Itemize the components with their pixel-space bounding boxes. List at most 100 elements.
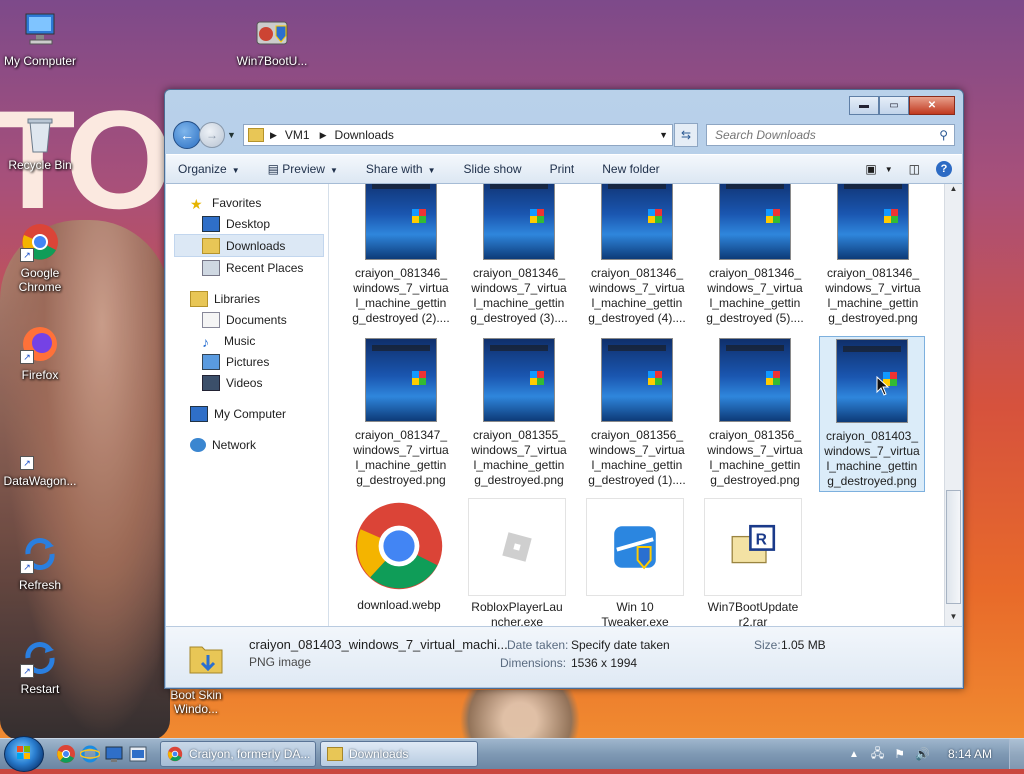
desktop-icon-refresh[interactable]: ↗ Refresh <box>0 534 80 592</box>
organize-button[interactable]: Organize ▼ <box>178 162 240 176</box>
breadcrumb-downloads[interactable]: Downloads <box>335 128 394 142</box>
scrollbar-thumb[interactable] <box>946 490 961 604</box>
desktop-icon-recycle-bin[interactable]: Recycle Bin <box>0 114 80 172</box>
file-name: download.webp <box>357 598 441 612</box>
share-with-button[interactable]: Share with ▼ <box>366 162 436 176</box>
breadcrumb-separator-icon[interactable]: ▶ <box>270 130 277 141</box>
nav-my-computer[interactable]: My Computer <box>166 403 328 424</box>
file-item[interactable]: craiyon_081356_ windows_7_virtua l_machi… <box>585 338 689 488</box>
back-button[interactable]: ← <box>173 121 201 149</box>
file-name: Win 10 Tweaker.exe <box>601 600 669 626</box>
file-item[interactable]: download.webp <box>347 498 451 613</box>
nav-libraries[interactable]: Libraries <box>166 288 328 309</box>
desktop-app-icon[interactable] <box>104 744 124 764</box>
navigation-bar: ← → ▼ ▶ VM1 ▶ Downloads ▼ ⇆ ⚲ <box>173 121 955 149</box>
recent-pages-dropdown[interactable]: ▼ <box>227 130 239 140</box>
nav-label: Music <box>224 333 256 348</box>
nav-desktop[interactable]: Desktop <box>166 213 328 234</box>
breadcrumb-vm1[interactable]: VM1 <box>285 128 310 142</box>
chrome-pin-icon[interactable] <box>56 744 76 764</box>
refresh-button[interactable]: ⇆ <box>674 123 698 147</box>
internet-explorer-icon[interactable] <box>79 744 101 764</box>
taskbar-button-craiyon[interactable]: Craiyon, formerly DA... <box>160 741 316 767</box>
share-with-label: Share with <box>365 162 423 176</box>
desktop-icon-label: Firefox <box>21 368 59 382</box>
preview-label: Preview <box>282 162 325 176</box>
file-item[interactable]: craiyon_081356_ windows_7_virtua l_machi… <box>703 338 807 488</box>
show-hidden-icons-icon[interactable]: ▲ <box>849 749 859 760</box>
file-item[interactable]: craiyon_081346_ windows_7_virtua l_machi… <box>349 184 453 326</box>
chrome-icon <box>167 746 183 762</box>
file-item[interactable]: RobloxPlayerLau ncher.exe <box>465 498 569 626</box>
scroll-down-icon[interactable]: ▼ <box>945 612 962 626</box>
taskbar-button-downloads[interactable]: Downloads <box>320 741 478 767</box>
minimize-button[interactable]: ▬ <box>849 96 879 115</box>
date-taken-value[interactable]: Specify date taken <box>571 638 670 652</box>
volume-icon[interactable]: 🔊 <box>915 747 930 761</box>
nav-pictures[interactable]: Pictures <box>166 351 328 372</box>
breadcrumb-separator-icon[interactable]: ▶ <box>320 130 327 141</box>
nav-videos[interactable]: Videos <box>166 372 328 393</box>
nav-music[interactable]: ♪ Music <box>166 330 328 351</box>
nav-downloads[interactable]: Downloads <box>174 234 324 257</box>
close-button[interactable]: ✕ <box>909 96 955 115</box>
explorer-window: ▬ ▭ ✕ ← → ▼ ▶ VM1 ▶ Downloads ▼ ⇆ ⚲ Orga… <box>164 89 964 689</box>
help-icon[interactable]: ? <box>936 161 952 177</box>
scroll-up-icon[interactable]: ▲ <box>945 184 962 198</box>
file-name: craiyon_081356_ windows_7_virtua l_machi… <box>707 428 803 487</box>
file-item-selected[interactable]: craiyon_081403_ windows_7_virtua l_machi… <box>819 336 925 492</box>
refresh-icon: ↗ <box>20 534 60 574</box>
file-item[interactable]: craiyon_081346_ windows_7_virtua l_machi… <box>821 184 925 326</box>
restart-icon: ↗ <box>20 638 60 678</box>
preview-button[interactable]: ▤ Preview ▼ <box>268 162 338 176</box>
desktop-icon-firefox[interactable]: ↗ Firefox <box>0 324 80 382</box>
chrome-icon: ↗ <box>20 222 60 262</box>
nav-network[interactable]: Network <box>166 434 328 455</box>
start-button[interactable] <box>4 736 44 772</box>
nav-label: Documents <box>226 312 287 327</box>
address-bar[interactable]: ▶ VM1 ▶ Downloads ▼ <box>243 124 673 146</box>
desktop-icon-label: Restart <box>20 682 60 696</box>
image-thumbnail <box>719 184 791 260</box>
action-center-icon[interactable]: ⚑ <box>894 747 905 761</box>
desktop-icon-datawagon[interactable]: ↗ DataWagon... <box>0 430 80 488</box>
file-item[interactable]: craiyon_081346_ windows_7_virtua l_machi… <box>703 184 807 326</box>
address-dropdown-icon[interactable]: ▼ <box>659 130 668 140</box>
taskbar-button-label: Downloads <box>349 747 409 761</box>
new-folder-button[interactable]: New folder <box>602 162 659 176</box>
show-desktop-button[interactable] <box>1009 739 1024 769</box>
search-input[interactable] <box>713 127 940 143</box>
search-icon[interactable]: ⚲ <box>939 128 948 142</box>
slide-show-button[interactable]: Slide show <box>464 162 522 176</box>
change-view-icon[interactable]: ▣ <box>865 162 876 176</box>
clock[interactable]: 8:14 AM <box>948 747 992 761</box>
file-item[interactable]: craiyon_081346_ windows_7_virtua l_machi… <box>467 184 571 326</box>
nav-recent-places[interactable]: Recent Places <box>166 257 328 278</box>
file-item[interactable]: R Win7BootUpdate r2.rar <box>701 498 805 626</box>
print-button[interactable]: Print <box>550 162 575 176</box>
view-options-dropdown-icon[interactable]: ▼ <box>885 165 893 174</box>
preview-pane-icon[interactable]: ◫ <box>909 162 920 176</box>
maximize-button[interactable]: ▭ <box>879 96 909 115</box>
nav-favorites[interactable]: ★ Favorites <box>166 192 328 213</box>
desktop-icon-restart[interactable]: ↗ Restart <box>0 638 80 696</box>
shortcut-arrow-icon: ↗ <box>20 560 34 574</box>
desktop-icon-google-chrome[interactable]: ↗ Google Chrome <box>0 222 80 294</box>
search-box[interactable]: ⚲ <box>706 124 955 146</box>
vertical-scrollbar[interactable]: ▲ ▼ <box>944 184 962 626</box>
desktop-icon-win7bootupdater[interactable]: Win7BootU... <box>232 10 312 68</box>
file-item[interactable]: craiyon_081347_ windows_7_virtua l_machi… <box>349 338 453 488</box>
desktop-icon-label: Refresh <box>18 578 62 592</box>
desktop-icon-my-computer[interactable]: My Computer <box>0 10 80 68</box>
file-item[interactable]: Win 10 Tweaker.exe <box>583 498 687 626</box>
file-item[interactable]: craiyon_081355_ windows_7_virtua l_machi… <box>467 338 571 488</box>
explorer-body: ★ Favorites Desktop Downloads Recent Plac… <box>166 184 962 626</box>
nav-documents[interactable]: Documents <box>166 309 328 330</box>
windows-logo-icon <box>17 746 30 759</box>
forward-button[interactable]: → <box>199 122 225 148</box>
network-tray-icon[interactable]: 🖧 <box>871 744 884 765</box>
explorer-pin-icon[interactable] <box>128 744 148 764</box>
desktop-icon-boot-skin[interactable]: Boot Skin Windo... <box>156 688 236 716</box>
nav-label: Pictures <box>226 354 270 369</box>
file-item[interactable]: craiyon_081346_ windows_7_virtua l_machi… <box>585 184 689 326</box>
